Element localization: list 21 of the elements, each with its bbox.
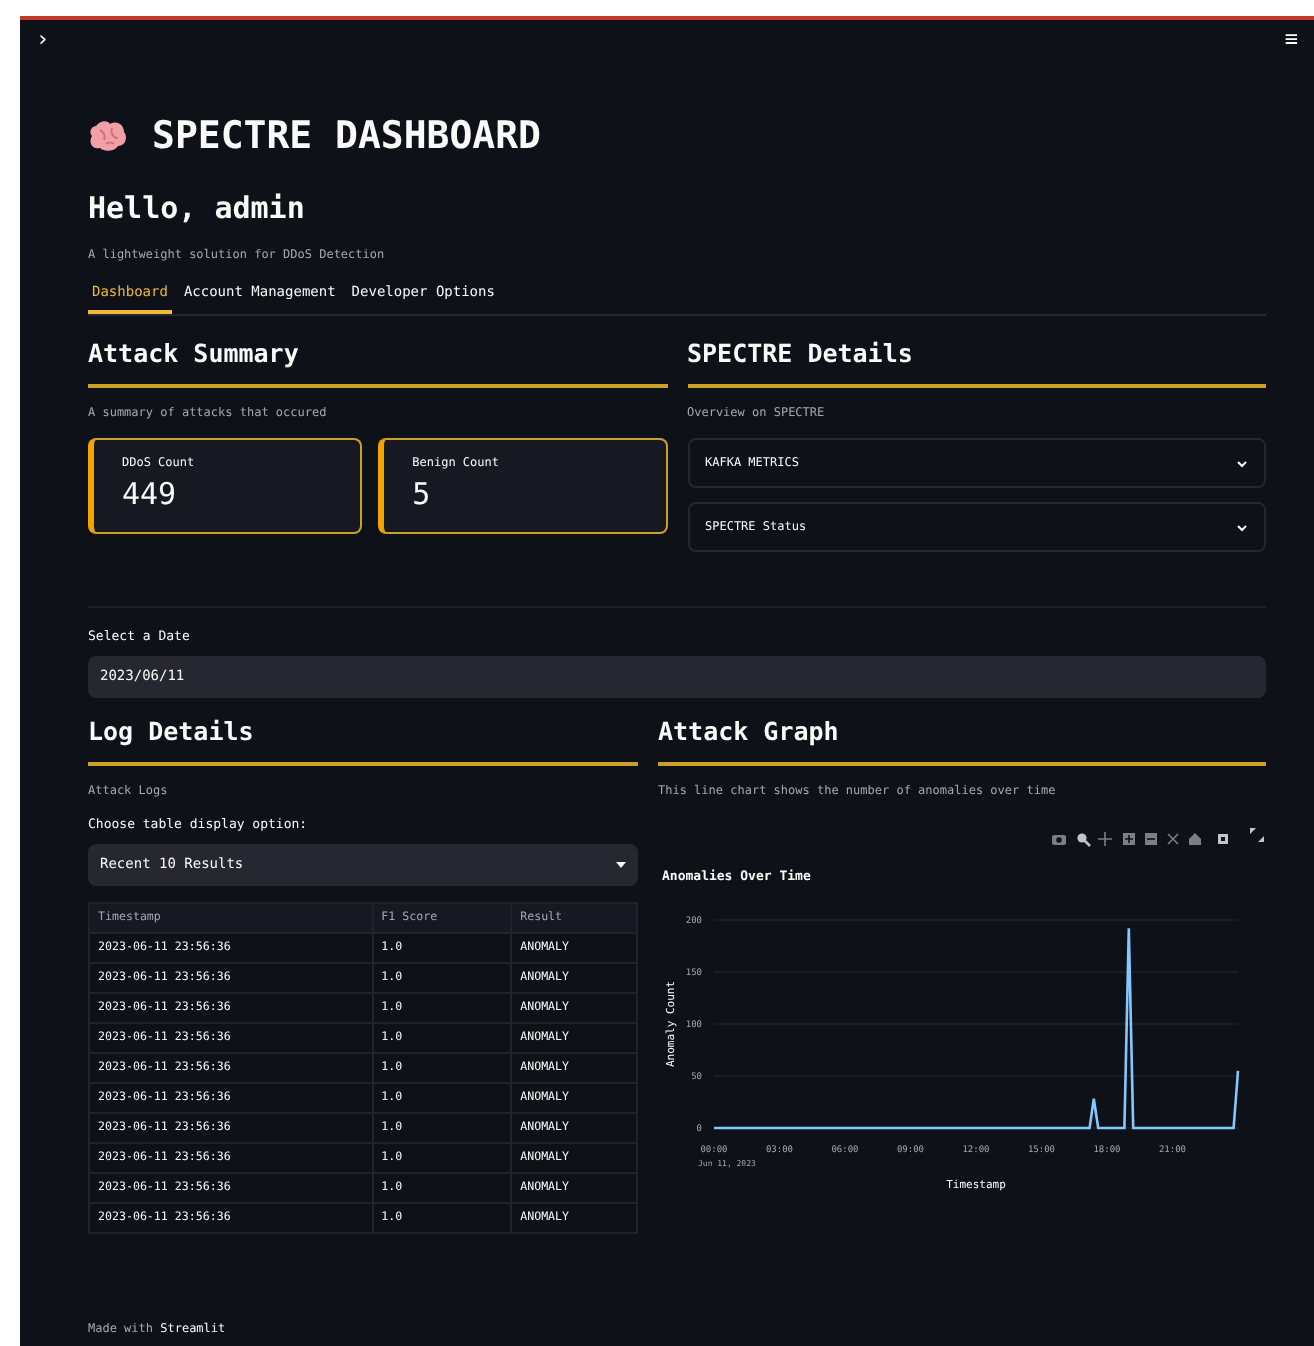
section-heading: Attack Graph: [658, 713, 1266, 767]
section-heading: Attack Summary: [88, 335, 667, 389]
pan-icon[interactable]: [1097, 831, 1113, 848]
home-icon[interactable]: [1189, 833, 1201, 846]
metric-value: 449: [122, 474, 179, 517]
section-heading: SPECTRE Details: [687, 335, 1266, 389]
brain-icon: [88, 120, 128, 153]
caret-icon: [616, 861, 626, 868]
zoom-icon[interactable]: [1077, 833, 1091, 848]
autoscale-icon[interactable]: [1167, 833, 1179, 846]
section-heading: Log Details: [88, 713, 638, 767]
zoom-out-icon[interactable]: [1145, 833, 1157, 846]
zoom-in-icon[interactable]: [1123, 833, 1135, 846]
plotly-logo-icon[interactable]: [1218, 834, 1228, 845]
sidebar-toggle[interactable]: ›: [36, 24, 50, 60]
menu-icon[interactable]: ≡: [1284, 24, 1298, 60]
metric-value: 5: [412, 474, 433, 517]
fullscreen-icon[interactable]: [1250, 828, 1264, 843]
camera-icon[interactable]: [1052, 835, 1066, 846]
greeting: Hello, admin: [88, 187, 307, 229]
page-title: SPECTRE DASHBOARD: [152, 112, 541, 162]
